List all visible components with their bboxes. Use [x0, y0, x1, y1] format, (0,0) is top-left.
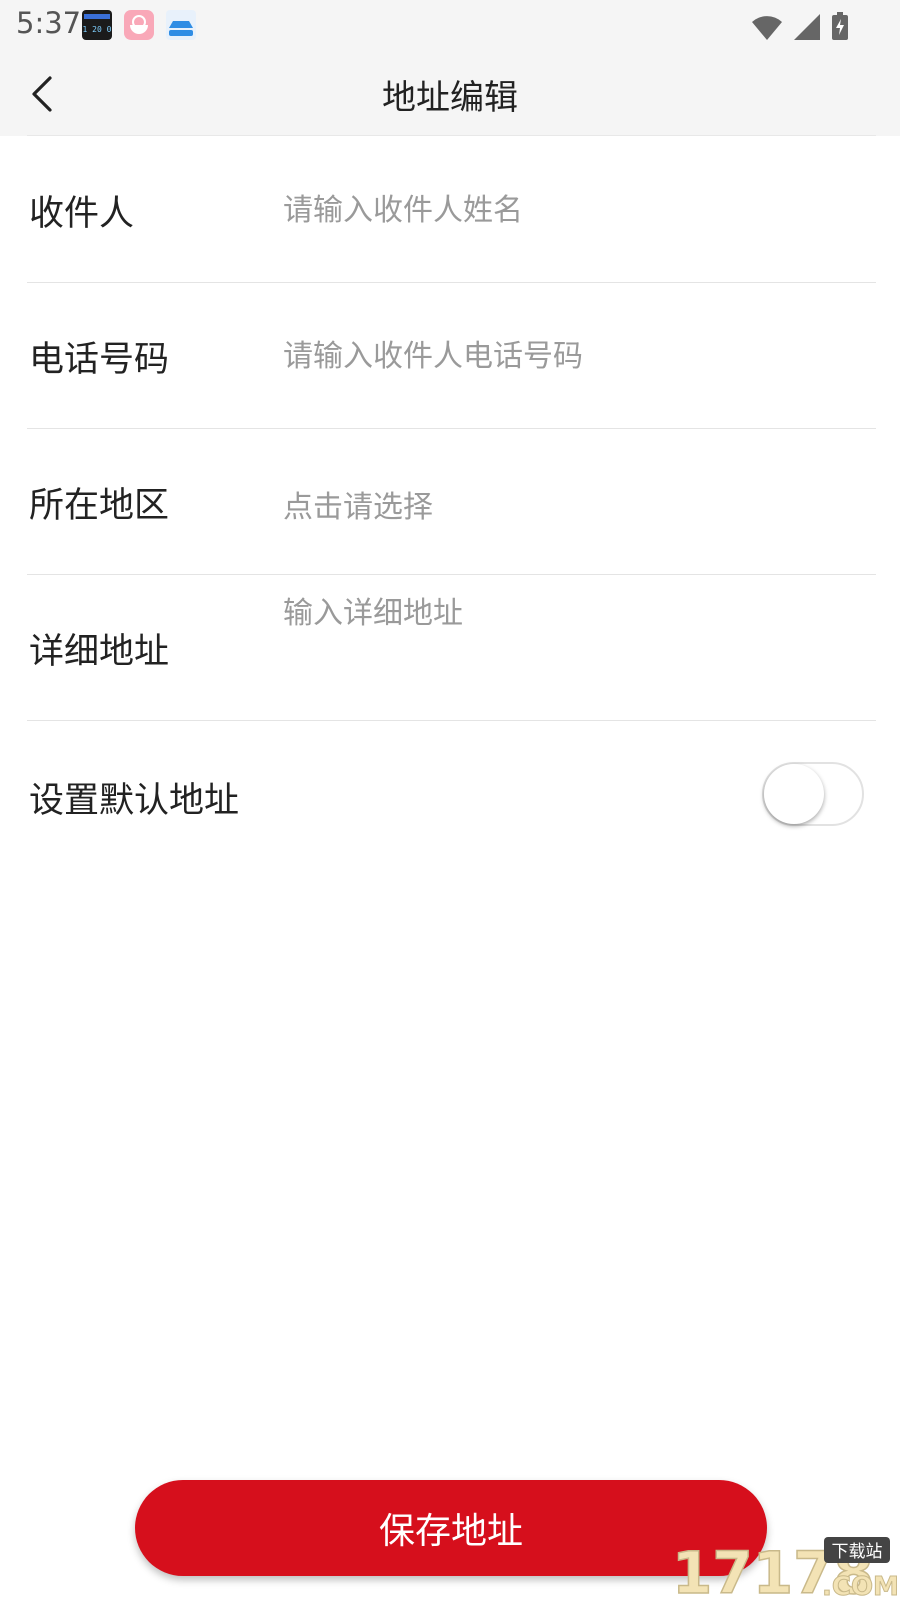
top-nav-bar: 地址编辑	[0, 50, 900, 136]
toggle-knob	[764, 764, 824, 824]
car-app-icon	[166, 10, 196, 40]
region-label: 所在地区	[29, 486, 170, 526]
status-time: 5:37	[16, 6, 82, 40]
clock-widget-icon: 11 20 03	[78, 10, 116, 40]
phone-label: 电话号码	[29, 340, 170, 380]
system-icons	[752, 12, 848, 40]
row-divider	[27, 720, 876, 721]
status-bar: 5:37 11 20 03	[0, 0, 900, 50]
rice-bowl-app-icon	[124, 10, 154, 40]
default-address-label: 设置默认地址	[29, 781, 240, 821]
site-watermark-logo: 17178 下载站 .COM	[671, 1535, 900, 1600]
recipient-label: 收件人	[29, 194, 135, 234]
detail-address-input[interactable]	[283, 583, 873, 643]
svg-text:11 20 03: 11 20 03	[82, 25, 112, 34]
detail-address-label: 详细地址	[29, 632, 170, 672]
phone-number-input[interactable]	[283, 326, 873, 386]
region-row[interactable]: 所在地区 点击请选择	[27, 429, 876, 575]
default-address-toggle[interactable]	[762, 762, 864, 826]
notification-icons: 11 20 03	[78, 10, 196, 40]
wifi-icon	[752, 16, 782, 40]
region-select[interactable]: 点击请选择	[283, 482, 433, 526]
detail-address-row: 详细地址	[27, 575, 876, 721]
page-title: 地址编辑	[382, 78, 518, 118]
svg-text:.COM: .COM	[822, 1572, 899, 1600]
recipient-row: 收件人	[27, 137, 876, 283]
svg-text:下载站: 下载站	[832, 1542, 883, 1562]
phone-row: 电话号码	[27, 283, 876, 429]
header-divider	[27, 135, 876, 136]
recipient-name-input[interactable]	[283, 180, 873, 240]
battery-charging-icon	[832, 12, 848, 40]
signal-icon	[794, 14, 820, 40]
